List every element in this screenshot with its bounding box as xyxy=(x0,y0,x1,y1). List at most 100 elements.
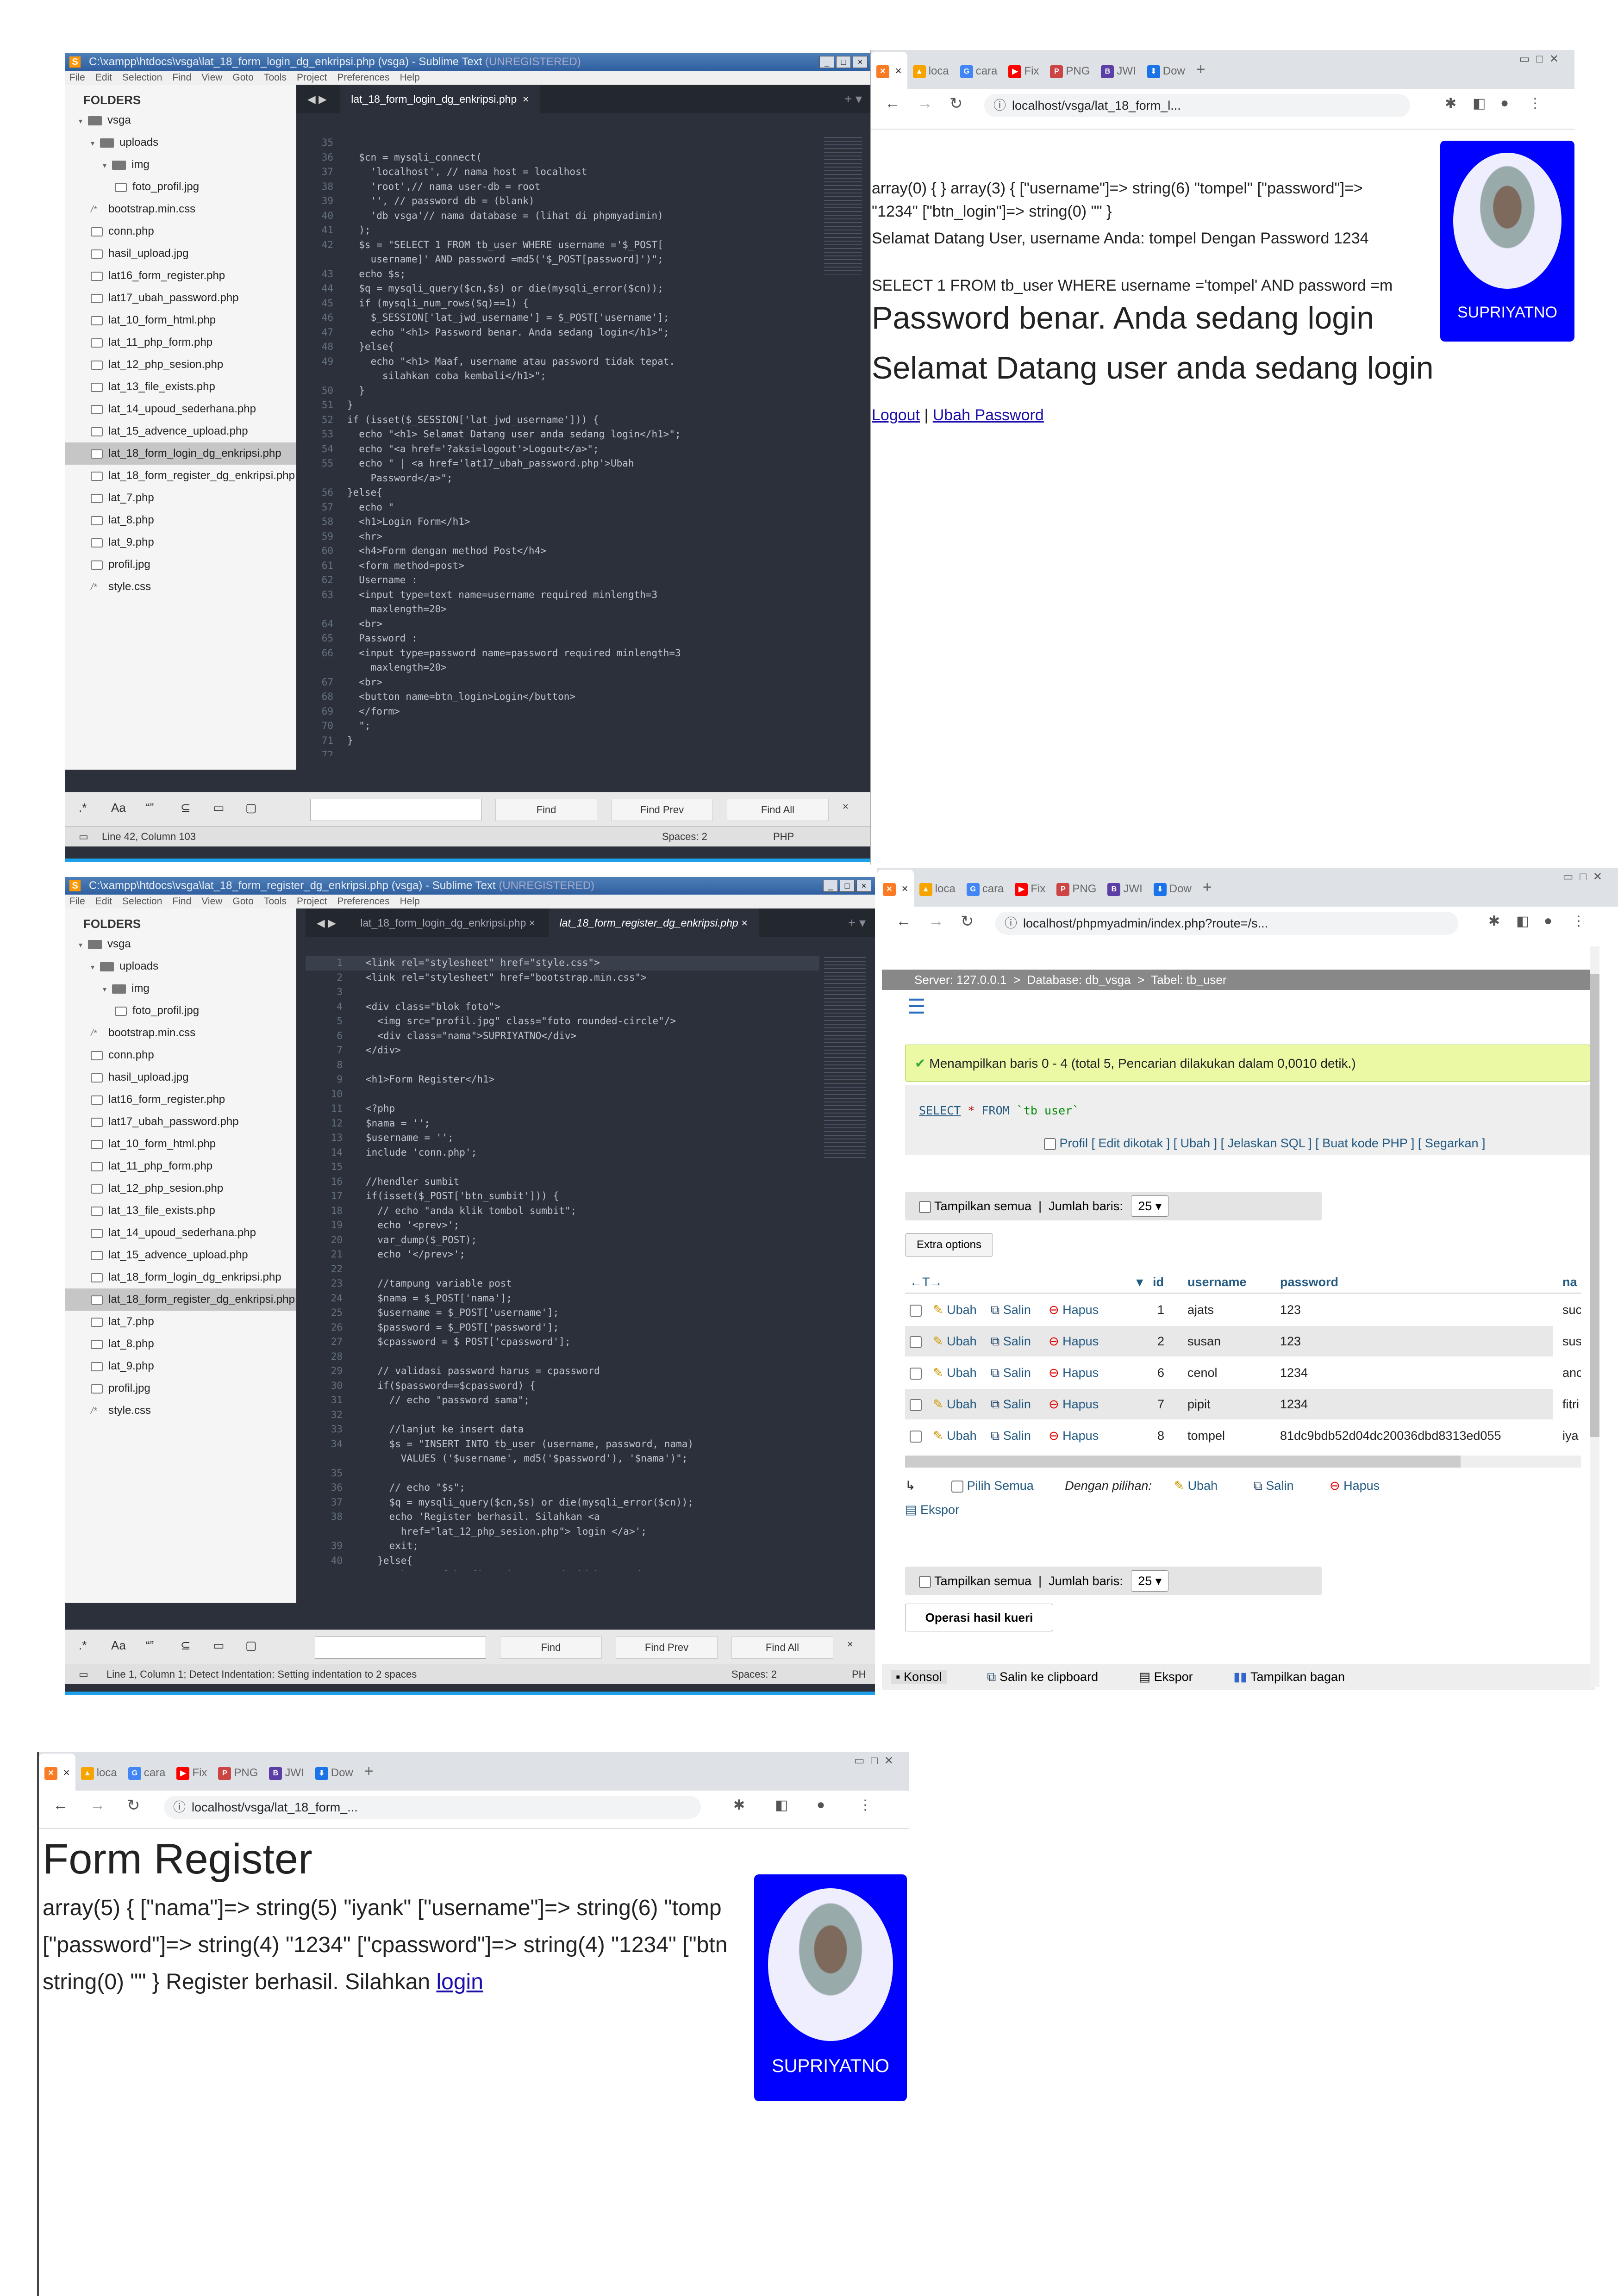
show-all-checkbox[interactable] xyxy=(919,1201,931,1213)
tab-nav-arrows[interactable]: ◀ ▶ xyxy=(306,908,347,937)
browser-tab[interactable]: B JWI xyxy=(1095,52,1141,89)
find-all-button[interactable]: Find All xyxy=(731,1636,833,1659)
find-all-button[interactable]: Find All xyxy=(727,799,829,821)
menu-item[interactable]: Help xyxy=(400,72,420,83)
sidebar-file-item[interactable]: lat_10_form_html.php xyxy=(65,309,296,331)
page-scrollbar[interactable] xyxy=(1590,946,1599,1687)
browser-tab[interactable]: ⬇ Dow xyxy=(1142,52,1191,89)
column-id[interactable]: id xyxy=(1153,1270,1164,1294)
case-icon[interactable]: Aa xyxy=(111,801,126,815)
close-tab-icon[interactable]: × xyxy=(902,883,908,895)
sql-keyword-select[interactable]: SELECT xyxy=(919,1104,961,1117)
close-button[interactable]: × xyxy=(853,56,868,68)
sidebar-file-item[interactable]: /* style.css xyxy=(65,576,296,598)
bulk-edit-button[interactable]: ✎ Ubah xyxy=(1174,1479,1218,1493)
sidebar-file-item[interactable]: lat16_form_register.php xyxy=(65,265,296,287)
extensions-icon[interactable]: ✱ xyxy=(1445,95,1456,112)
browser-tab-active[interactable]: ✕ × xyxy=(871,52,907,89)
new-tab-icon[interactable]: + xyxy=(1191,50,1211,89)
regex-icon[interactable]: .* xyxy=(79,1638,87,1653)
status-syntax[interactable]: PHP xyxy=(773,827,794,847)
profile-avatar-icon[interactable]: ● xyxy=(1500,95,1509,111)
breadcrumb-server[interactable]: Server: 127.0.0.1 xyxy=(914,973,1006,987)
forward-icon[interactable]: → xyxy=(917,94,933,112)
menu-item[interactable]: Project xyxy=(297,72,327,83)
sidebar-file-item[interactable]: ▾ img xyxy=(65,154,296,176)
menu-item[interactable]: Tools xyxy=(264,896,287,907)
menu-item[interactable]: Preferences xyxy=(337,72,389,83)
browser-tab[interactable]: P PNG xyxy=(1051,870,1102,907)
sidebar-file-item[interactable]: profil.jpg xyxy=(65,1377,296,1400)
back-icon[interactable]: ← xyxy=(896,912,912,930)
browser-tab[interactable]: Gcara xyxy=(955,52,1003,89)
row-checkbox[interactable] xyxy=(910,1430,922,1443)
sidebar-file-item[interactable]: lat_11_php_form.php xyxy=(65,331,296,354)
close-tab-icon[interactable]: × xyxy=(895,65,902,77)
address-bar[interactable]: ⓘ localhost/phpmyadmin/index.php?route=/… xyxy=(995,912,1458,935)
tab-login-file[interactable]: lat_18_form_login_dg_enkripsi.php × xyxy=(340,85,540,113)
browser-tab[interactable]: Gcara xyxy=(961,870,1010,907)
copy-button[interactable]: ⧉ Salin xyxy=(991,1429,1031,1443)
edit-button[interactable]: ✎ Ubah xyxy=(933,1429,977,1443)
column-arrows-icon[interactable]: ←T→ xyxy=(910,1270,943,1294)
status-panel-icon[interactable]: ▭ xyxy=(79,1664,88,1685)
find-prev-button[interactable]: Find Prev xyxy=(616,1636,718,1659)
sidebar-file-item[interactable]: lat17_ubah_password.php xyxy=(65,1111,296,1133)
row-count-select[interactable]: 25 ▾ xyxy=(1131,1570,1169,1592)
export-button[interactable]: ▤ Ekspor xyxy=(1139,1670,1193,1684)
status-syntax[interactable]: PH xyxy=(852,1664,866,1685)
new-tab-icon[interactable]: + xyxy=(1197,868,1218,907)
delete-button[interactable]: ⊖ Hapus xyxy=(1049,1334,1099,1348)
reload-icon[interactable]: ↻ xyxy=(961,912,974,931)
column-nama[interactable]: na xyxy=(1562,1270,1577,1294)
expand-arrow-icon[interactable]: ▾ xyxy=(103,979,112,1000)
sidebar-file-item[interactable]: lat_15_advence_upload.php xyxy=(65,420,296,442)
wrap-icon[interactable]: ⊆ xyxy=(181,801,191,815)
browser-tab[interactable]: ⬇ Dow xyxy=(310,1754,359,1791)
find-input[interactable] xyxy=(315,1636,486,1659)
edit-button[interactable]: ✎ Ubah xyxy=(933,1366,977,1380)
in-selection-icon[interactable]: ▭ xyxy=(213,1638,225,1653)
menu-icon[interactable]: ⋮ xyxy=(858,1797,872,1813)
sidebar-file-item[interactable]: conn.php xyxy=(65,1044,296,1066)
tab-nav-arrows[interactable]: ◀ ▶ xyxy=(296,85,338,113)
browser-tab[interactable]: B JWI xyxy=(1102,870,1148,907)
sidebar-file-item[interactable]: lat_12_php_sesion.php xyxy=(65,1177,296,1200)
sidebar-file-item[interactable]: foto_profil.jpg xyxy=(65,1000,296,1022)
breadcrumb-table[interactable]: Tabel: tb_user xyxy=(1151,973,1226,987)
tab-menu-icon[interactable]: + ▾ xyxy=(844,85,862,113)
reload-icon[interactable]: ↻ xyxy=(949,94,963,113)
sort-icon[interactable]: ▾ xyxy=(1137,1270,1143,1294)
sidebar-file-item[interactable]: /* style.css xyxy=(65,1400,296,1422)
close-tab-icon[interactable]: × xyxy=(529,917,535,929)
sidebar-file-item[interactable]: lat_15_advence_upload.php xyxy=(65,1244,296,1266)
tab-login-file[interactable]: lat_18_form_login_dg_enkripsi.php × xyxy=(349,908,546,937)
site-info-icon[interactable]: ⓘ xyxy=(993,94,1006,117)
sidebar-file-item[interactable]: foto_profil.jpg xyxy=(65,176,296,198)
sidebar-file-item[interactable]: lat16_form_register.php xyxy=(65,1089,296,1111)
status-spaces[interactable]: Spaces: 2 xyxy=(662,827,707,847)
menu-item[interactable]: View xyxy=(201,72,222,83)
sidebar-file-item[interactable]: lat_14_upoud_sederhana.php xyxy=(65,1222,296,1244)
sidebar-file-item[interactable]: /* bootstrap.min.css xyxy=(65,1022,296,1044)
sidebar-file-item[interactable]: lat_14_upoud_sederhana.php xyxy=(65,398,296,420)
browser-tab[interactable]: ⬇ Dow xyxy=(1148,870,1197,907)
select-all-checkbox[interactable] xyxy=(951,1480,964,1493)
sidebar-file-item[interactable]: lat_9.php xyxy=(65,531,296,554)
sidebar-file-item[interactable]: lat_18_form_login_dg_enkripsi.php xyxy=(65,442,296,465)
menu-item[interactable]: File xyxy=(69,72,85,83)
sidebar-file-item[interactable]: lat_9.php xyxy=(65,1355,296,1377)
tab-menu-icon[interactable]: + ▾ xyxy=(848,908,866,937)
browser-tab[interactable]: P PNG xyxy=(212,1754,263,1791)
delete-button[interactable]: ⊖ Hapus xyxy=(1049,1303,1099,1317)
browser-tab[interactable]: ▶ Fix xyxy=(1009,870,1051,907)
bulk-export-button[interactable]: ▤ Ekspor xyxy=(905,1503,1581,1517)
in-selection-icon[interactable]: ▭ xyxy=(213,801,225,815)
find-button[interactable]: Find xyxy=(500,1636,602,1659)
case-icon[interactable]: Aa xyxy=(111,1638,126,1653)
tab-register-file[interactable]: lat_18_form_register_dg_enkripsi.php × xyxy=(548,908,759,937)
table-scrollbar[interactable] xyxy=(905,1456,1581,1468)
edit-button[interactable]: ✎ Ubah xyxy=(933,1397,977,1411)
wrap-icon[interactable]: ⊆ xyxy=(181,1638,191,1653)
minimap[interactable] xyxy=(824,956,866,1159)
